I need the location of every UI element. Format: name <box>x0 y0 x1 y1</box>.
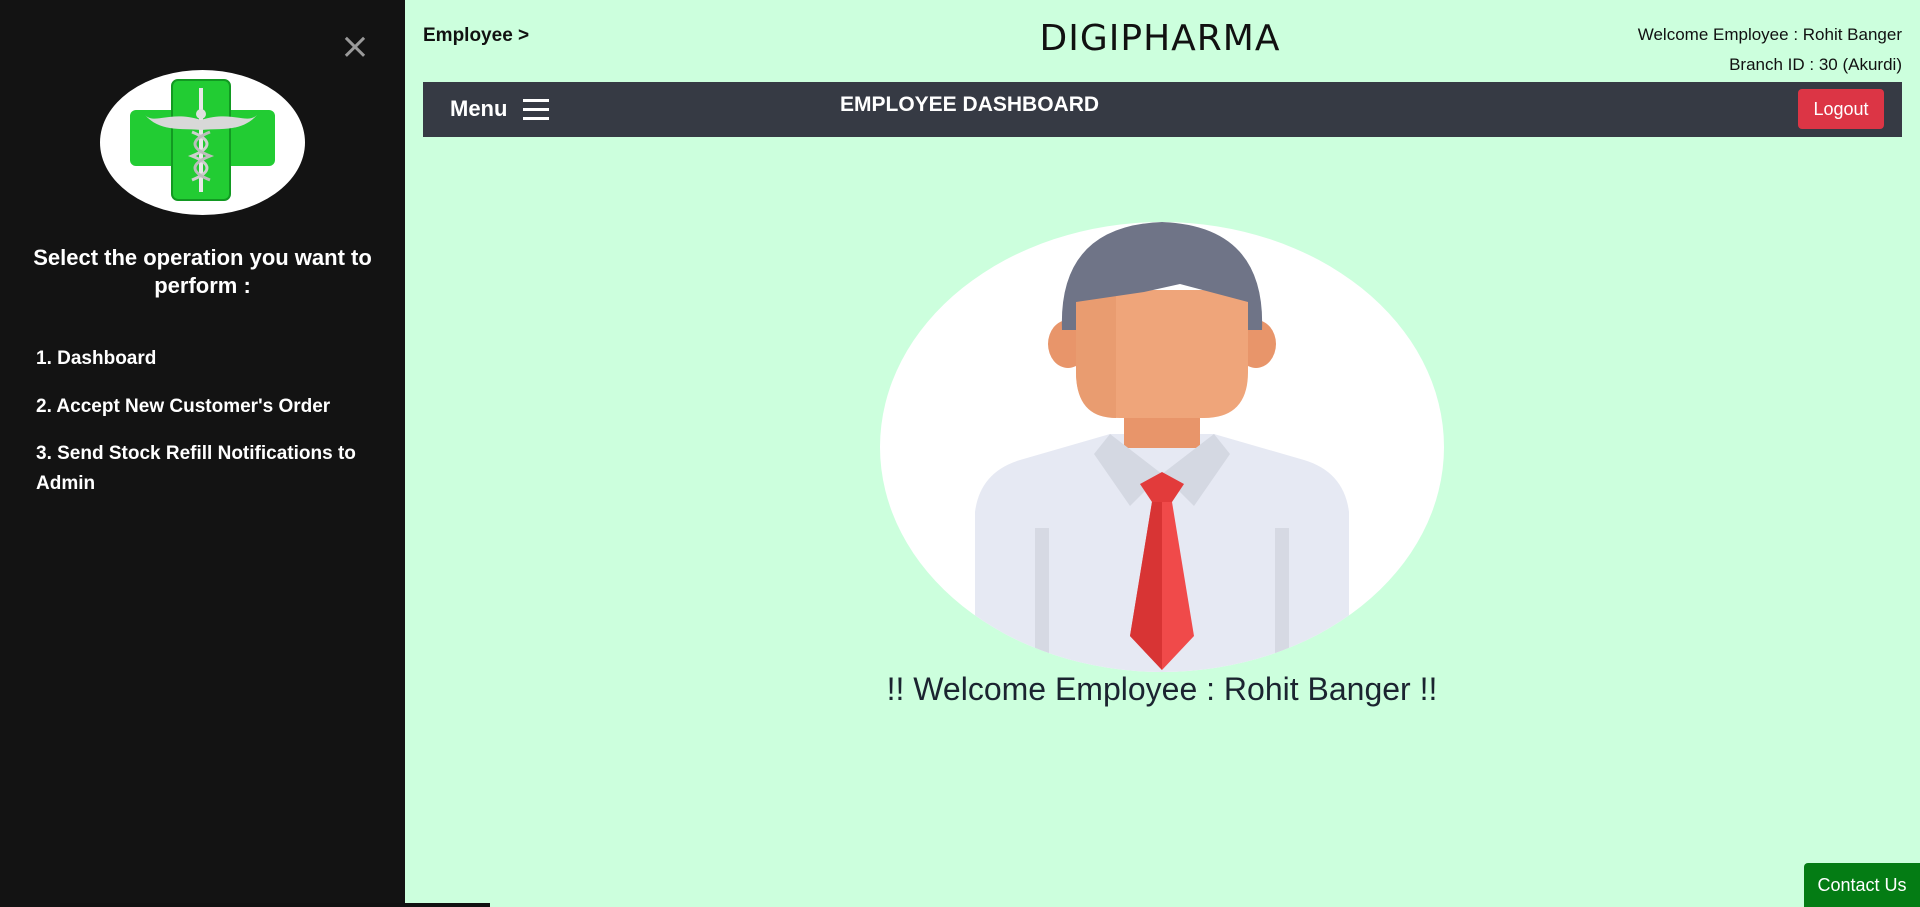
logout-button[interactable]: Logout <box>1798 89 1884 129</box>
operations-list: 1. Dashboard 2. Accept New Customer's Or… <box>36 344 381 517</box>
bottom-divider <box>60 903 490 907</box>
operation-prompt: Select the operation you want to perform… <box>33 245 372 298</box>
sidebar-item-accept-order[interactable]: 2. Accept New Customer's Order <box>36 392 381 422</box>
brand-title: DIGIPHARMA <box>1039 18 1281 59</box>
dashboard-title: EMPLOYEE DASHBOARD <box>840 93 1100 116</box>
welcome-message: !! Welcome Employee : Rohit Banger !! <box>886 671 1438 707</box>
hamburger-icon <box>523 98 550 120</box>
sidebar-item-stock-refill[interactable]: 3. Send Stock Refill Notifications to Ad… <box>36 439 381 499</box>
user-info: Welcome Employee : Rohit Banger Branch I… <box>1638 20 1902 80</box>
branch-text: Branch ID : 30 (Akurdi) <box>1729 55 1902 74</box>
navbar: Menu EMPLOYEE DASHBOARD Logout <box>423 82 1902 137</box>
employee-avatar <box>880 222 1444 672</box>
welcome-text: Welcome Employee : Rohit Banger <box>1637 25 1902 44</box>
sidebar: × Select the operation you want to perfo… <box>0 0 405 907</box>
breadcrumb[interactable]: Employee > <box>423 25 529 47</box>
menu-button[interactable]: Menu <box>450 96 550 122</box>
contact-us-button[interactable]: Contact Us <box>1804 863 1920 907</box>
pharmacy-logo <box>100 70 305 215</box>
sidebar-item-dashboard[interactable]: 1. Dashboard <box>36 344 381 374</box>
close-icon[interactable]: × <box>338 29 372 65</box>
menu-label: Menu <box>450 96 508 121</box>
